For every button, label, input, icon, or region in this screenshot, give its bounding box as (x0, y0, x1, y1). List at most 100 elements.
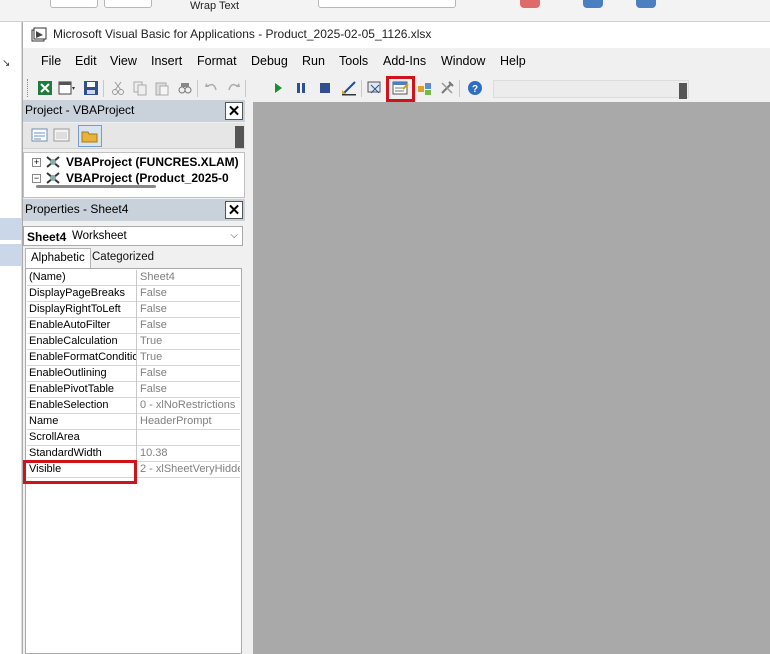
run-icon[interactable] (268, 78, 288, 98)
title-bar[interactable]: Microsoft Visual Basic for Applications … (23, 22, 770, 48)
menu-format[interactable]: Format (197, 54, 237, 68)
property-row[interactable]: EnableOutlining False (27, 366, 240, 382)
window-title: Microsoft Visual Basic for Applications … (53, 27, 432, 41)
property-value[interactable]: 10.38 (138, 446, 240, 462)
property-name[interactable]: EnablePivotTable (27, 382, 137, 398)
menu-insert[interactable]: Insert (151, 54, 182, 68)
menu-view[interactable]: View (110, 54, 137, 68)
cut-icon[interactable] (108, 78, 128, 98)
view-excel-icon[interactable] (35, 78, 55, 98)
property-value[interactable]: True (138, 350, 240, 366)
copy-icon[interactable] (130, 78, 150, 98)
property-row[interactable]: DisplayPageBreaks False (27, 286, 240, 302)
plus-icon[interactable]: + (32, 157, 41, 167)
property-row[interactable]: DisplayRightToLeft False (27, 302, 240, 318)
conditional-formatting-icon (520, 0, 540, 8)
design-mode-icon[interactable] (339, 78, 359, 98)
property-value[interactable]: False (138, 318, 240, 334)
toolbar-overflow-arrow[interactable] (679, 83, 687, 99)
property-row[interactable]: EnablePivotTable False (27, 382, 240, 398)
menu-file[interactable]: File (41, 54, 61, 68)
property-value[interactable]: True (138, 334, 240, 350)
tree-item-label: VBAProject (FUNCRES.XLAM) (66, 155, 239, 169)
menu-debug[interactable]: Debug (251, 54, 288, 68)
help-icon[interactable]: ? (465, 78, 485, 98)
property-row[interactable]: (Name) Sheet4 (27, 270, 240, 286)
property-value[interactable]: Sheet4 (138, 270, 240, 286)
project-panel-title: Project - VBAProject ✕ (23, 100, 245, 122)
property-row[interactable]: ScrollArea (27, 430, 240, 446)
menu-help[interactable]: Help (500, 54, 526, 68)
project-toolbar-overflow[interactable] (235, 126, 244, 148)
svg-text:?: ? (472, 84, 478, 95)
tree-item-label: VBAProject (Product_2025-0 (66, 171, 229, 185)
excel-selected-row (0, 218, 22, 240)
project-horizontal-scrollbar[interactable] (36, 185, 156, 188)
toolbar-separator (245, 80, 246, 97)
toolbox-icon[interactable] (437, 78, 457, 98)
properties-button-highlight (386, 76, 415, 102)
tab-categorized[interactable]: Categorized (87, 248, 159, 268)
property-name[interactable]: (Name) (27, 270, 137, 286)
property-name[interactable]: DisplayPageBreaks (27, 286, 137, 302)
properties-panel-close-button[interactable]: ✕ (225, 201, 243, 219)
property-value[interactable]: False (138, 382, 240, 398)
project-explorer-icon[interactable] (366, 78, 386, 98)
menu-addins[interactable]: Add-Ins (383, 54, 426, 68)
tree-item-funcres[interactable]: + VBAProject (FUNCRES.XLAM) (32, 154, 239, 170)
excel-ribbon-strip: Wrap Text (0, 0, 770, 22)
property-name[interactable]: EnableAutoFilter (27, 318, 137, 334)
property-value[interactable] (138, 430, 240, 446)
minus-icon[interactable]: − (32, 173, 41, 183)
property-name[interactable]: EnableCalculation (27, 334, 137, 350)
property-name[interactable]: ScrollArea (27, 430, 137, 446)
property-name[interactable]: EnableFormatConditio (27, 350, 137, 366)
property-name[interactable]: DisplayRightToLeft (27, 302, 137, 318)
view-code-icon[interactable] (31, 127, 49, 143)
close-icon: ✕ (227, 201, 241, 219)
toolbar-grip[interactable] (27, 79, 30, 97)
project-panel-close-button[interactable]: ✕ (225, 102, 243, 120)
object-name: Sheet4 (27, 230, 67, 244)
menu-edit[interactable]: Edit (75, 54, 97, 68)
paste-icon[interactable] (152, 78, 172, 98)
property-row[interactable]: EnableAutoFilter False (27, 318, 240, 334)
chevron-down-icon: ⌵ (230, 230, 238, 241)
menu-tools[interactable]: Tools (339, 54, 368, 68)
view-object-icon[interactable] (53, 127, 71, 143)
vba-editor-window: Microsoft Visual Basic for Applications … (22, 22, 770, 654)
code-workspace (253, 102, 770, 654)
property-name[interactable]: Name (27, 414, 137, 430)
folder-icon (81, 131, 98, 143)
save-icon[interactable] (81, 78, 101, 98)
properties-panel-title: Properties - Sheet4 ✕ (23, 199, 245, 221)
property-value[interactable]: False (138, 286, 240, 302)
property-value[interactable]: 0 - xlNoRestrictions (138, 398, 240, 414)
object-browser-icon[interactable] (415, 78, 435, 98)
undo-icon[interactable] (202, 78, 222, 98)
tab-alphabetic[interactable]: Alphabetic (25, 248, 91, 268)
property-name[interactable]: EnableSelection (27, 398, 137, 414)
vba-project-icon (46, 156, 60, 168)
menu-run[interactable]: Run (302, 54, 325, 68)
property-row[interactable]: Name HeaderPrompt (27, 414, 240, 430)
redo-icon[interactable] (223, 78, 243, 98)
object-selector[interactable]: Sheet4 Worksheet ⌵ (23, 226, 243, 246)
property-row[interactable]: EnableFormatConditio True (27, 350, 240, 366)
property-row[interactable]: EnableSelection 0 - xlNoRestrictions (27, 398, 240, 414)
tree-item-product[interactable]: − VBAProject (Product_2025-0 (32, 170, 229, 186)
property-value[interactable]: False (138, 302, 240, 318)
find-icon[interactable] (175, 78, 195, 98)
property-row[interactable]: EnableCalculation True (27, 334, 240, 350)
panel-splitter[interactable] (245, 102, 253, 654)
insert-module-icon[interactable] (57, 78, 77, 98)
property-value[interactable]: False (138, 366, 240, 382)
standard-toolbar: ? (23, 75, 770, 102)
menu-window[interactable]: Window (441, 54, 485, 68)
property-value[interactable]: 2 - xlSheetVeryHidde (138, 462, 240, 478)
property-value[interactable]: HeaderPrompt (138, 414, 240, 430)
reset-icon[interactable] (315, 78, 335, 98)
property-name[interactable]: EnableOutlining (27, 366, 137, 382)
break-icon[interactable] (291, 78, 311, 98)
toolbar-separator (197, 80, 198, 97)
